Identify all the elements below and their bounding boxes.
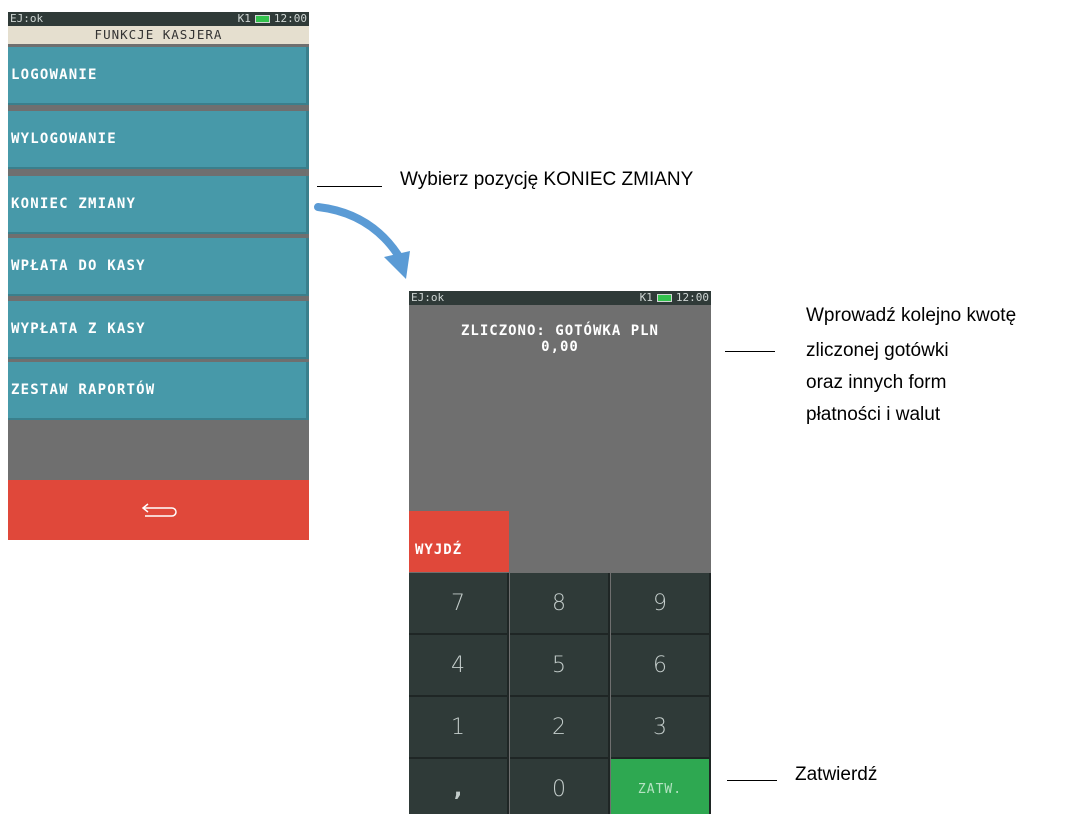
key-5[interactable]: 5 [510, 635, 610, 697]
annotation-confirm: Zatwierdź [795, 764, 878, 785]
status-time: 12:00 [675, 291, 709, 304]
status-right: K1 12:00 [238, 12, 307, 26]
curved-arrow-icon [314, 203, 410, 279]
annotation-select: Wybierz pozycję KONIEC ZMIANY [400, 169, 694, 190]
annotation-line-enter [725, 351, 775, 352]
menu-item-label: ZESTAW RAPORTÓW [11, 382, 156, 398]
key-3[interactable]: 3 [611, 697, 711, 759]
key-8[interactable]: 8 [510, 573, 610, 635]
annotation-enter-4: płatności i walut [806, 404, 941, 425]
back-button[interactable] [8, 480, 309, 540]
menu-item-koniec-zmiany[interactable]: KONIEC ZMIANY [8, 176, 309, 234]
menu-item-label: KONIEC ZMIANY [11, 196, 137, 212]
battery-icon [254, 15, 270, 23]
menu-item-zestaw-raportow[interactable]: ZESTAW RAPORTÓW [8, 362, 309, 420]
key-6[interactable]: 6 [611, 635, 711, 697]
menu-item-label: LOGOWANIE [11, 67, 98, 83]
menu-item-wylogowanie[interactable]: WYLOGOWANIE [8, 111, 309, 169]
counted-cash-screen: EJ:ok K1 12:00 ZLICZONO: GOTÓWKA PLN 0,0… [409, 291, 711, 814]
status-bar: EJ:ok K1 12:00 [409, 291, 711, 305]
exit-button[interactable]: WYJDŹ [409, 511, 509, 572]
page-title: FUNKCJE KASJERA [8, 26, 309, 44]
menu-item-label: WPŁATA DO KASY [11, 258, 146, 274]
counted-header: ZLICZONO: GOTÓWKA PLN [460, 323, 659, 339]
menu-item-label: WYLOGOWANIE [11, 131, 117, 147]
menu-item-wyplata-z-kasy[interactable]: WYPŁATA Z KASY [8, 301, 309, 359]
cashier-functions-screen: EJ:ok K1 12:00 FUNKCJE KASJERA LOGOWANIE… [8, 12, 309, 540]
confirm-button[interactable]: ZATW. [611, 759, 711, 814]
key-0[interactable]: 0 [510, 759, 610, 814]
status-k1: K1 [639, 291, 653, 304]
annotation-line-select [317, 186, 382, 187]
return-arrow-icon [141, 503, 177, 517]
status-ej: EJ:ok [10, 12, 44, 25]
status-k1: K1 [237, 12, 251, 25]
battery-icon [656, 294, 672, 302]
status-right: K1 12:00 [640, 291, 709, 305]
menu-item-wplata-do-kasy[interactable]: WPŁATA DO KASY [8, 238, 309, 296]
status-ej: EJ:ok [411, 291, 445, 304]
key-2[interactable]: 2 [510, 697, 610, 759]
counted-value: 0,00 [541, 339, 579, 355]
key-7[interactable]: 7 [409, 573, 509, 635]
annotation-enter-3: oraz innych form [806, 372, 947, 393]
key-9[interactable]: 9 [611, 573, 711, 635]
menu-item-logowanie[interactable]: LOGOWANIE [8, 47, 309, 105]
status-time: 12:00 [273, 12, 307, 25]
key-4[interactable]: 4 [409, 635, 509, 697]
annotation-enter-2: zliczonej gotówki [806, 340, 949, 361]
status-bar: EJ:ok K1 12:00 [8, 12, 309, 26]
menu-item-label: WYPŁATA Z KASY [11, 321, 146, 337]
key-comma[interactable]: , [409, 759, 509, 814]
key-1[interactable]: 1 [409, 697, 509, 759]
annotation-line-confirm [727, 780, 777, 781]
annotation-enter-1: Wprowadź kolejno kwotę [806, 305, 1017, 326]
